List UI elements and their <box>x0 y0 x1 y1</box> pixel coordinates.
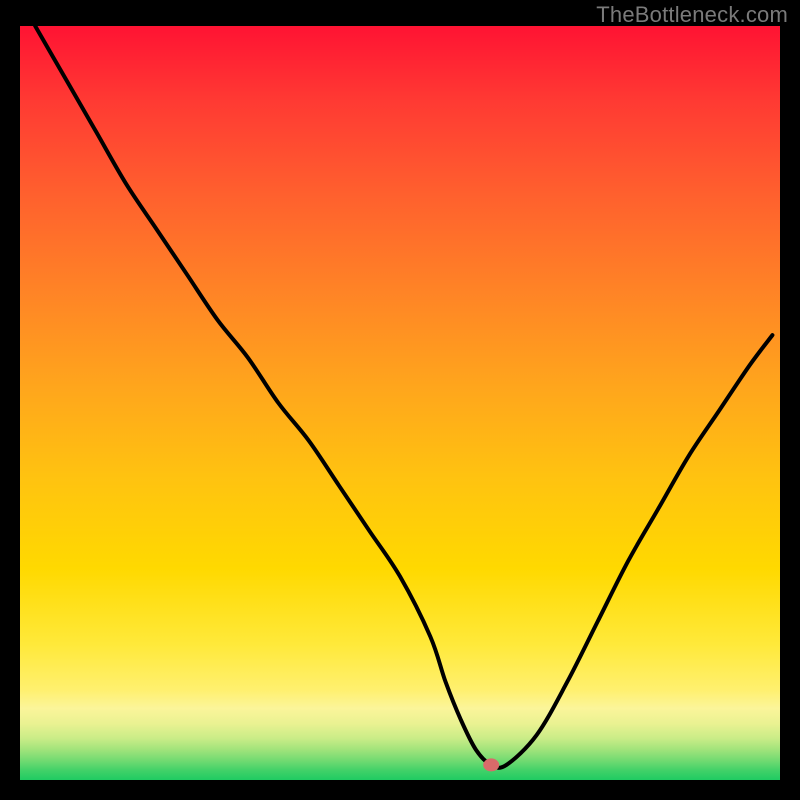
bottleneck-chart: TheBottleneck.com <box>0 0 800 800</box>
chart-svg <box>0 0 800 800</box>
optimal-point-marker <box>483 758 499 771</box>
plot-area <box>20 26 780 780</box>
watermark-text: TheBottleneck.com <box>596 2 788 28</box>
